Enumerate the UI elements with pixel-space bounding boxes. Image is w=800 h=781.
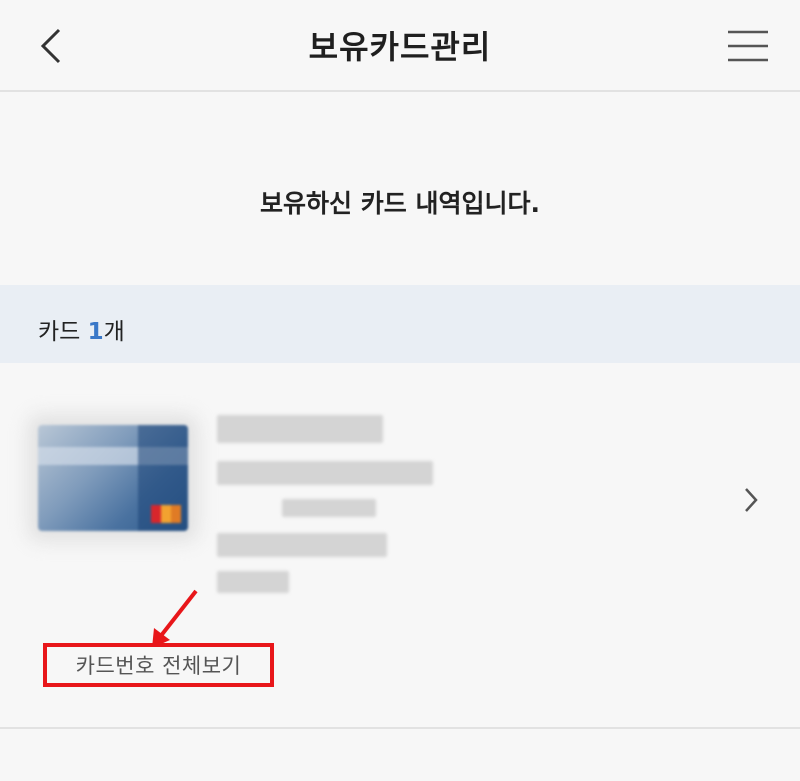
intro-section: 보유하신 카드 내역입니다. [0, 92, 800, 285]
card-expiry-blurred [217, 533, 387, 557]
card-count-bar: 카드 1개 [0, 285, 800, 363]
intro-message: 보유하신 카드 내역입니다. [260, 189, 540, 218]
card-number-blurred-2 [282, 499, 376, 517]
bottom-area [0, 729, 800, 781]
card-count-number: 1 [87, 319, 104, 345]
menu-button[interactable] [718, 14, 778, 78]
card-count-label: 카드 [38, 319, 81, 345]
card-name-blurred [217, 415, 383, 443]
view-full-card-number-button[interactable]: 카드번호 전체보기 [43, 643, 274, 687]
page-title: 보유카드관리 [308, 28, 492, 66]
card-count-unit: 개 [103, 319, 125, 345]
chevron-left-icon [40, 28, 61, 64]
chevron-right-icon [736, 485, 766, 515]
hamburger-menu-icon [728, 30, 768, 62]
credit-card-image [38, 425, 188, 531]
view-full-card-number-label: 카드번호 전체보기 [75, 654, 242, 678]
card-brand-mark [151, 505, 181, 523]
card-count-text: 카드 1개 [38, 312, 125, 346]
card-management-screen: 보유카드관리 보유하신 카드 내역입니다. 카드 1개 카드번호 전체보기 [0, 0, 800, 781]
card-status-blurred [217, 571, 289, 593]
card-number-blurred [217, 461, 433, 485]
back-button[interactable] [22, 14, 82, 78]
app-header: 보유카드관리 [0, 0, 800, 92]
